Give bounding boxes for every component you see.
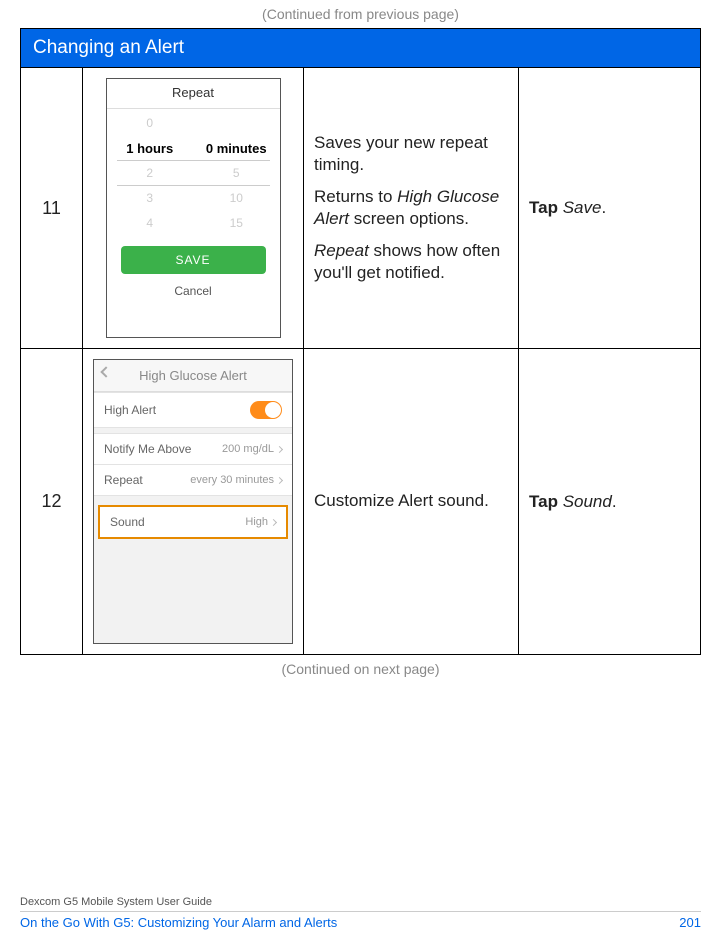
screenshot-title: Repeat	[107, 79, 280, 106]
screenshot-high-glucose-alert: High Glucose Alert High Alert Notify Me …	[93, 359, 293, 644]
table-row: 11 Repeat 0 1 hours 2 3	[21, 68, 701, 349]
toggle-on-icon	[250, 401, 282, 419]
screenshot-repeat-picker: Repeat 0 1 hours 2 3 4	[106, 78, 281, 338]
picker-minutes-option: 5	[193, 161, 280, 186]
chevron-right-icon	[270, 518, 277, 525]
guide-title: Dexcom G5 Mobile System User Guide	[20, 896, 701, 912]
row-sound: Sound High	[100, 507, 286, 537]
description-cell: Customize Alert sound.	[304, 349, 519, 655]
picker-minutes-option: 15	[193, 211, 280, 236]
action-cell: Tap Save.	[519, 68, 701, 349]
description-text: Saves your new repeat timing.	[314, 132, 508, 176]
screenshot-cell: High Glucose Alert High Alert Notify Me …	[83, 349, 304, 655]
description-text: Returns to High Glucose Alert screen opt…	[314, 186, 508, 230]
table-header: Changing an Alert	[21, 29, 701, 68]
picker-minutes-selected: 0 minutes	[193, 136, 280, 161]
page-number: 201	[679, 915, 701, 930]
action-cell: Tap Sound.	[519, 349, 701, 655]
picker-hours-selected: 1 hours	[107, 136, 194, 161]
chevron-right-icon	[276, 445, 283, 452]
nav-bar: High Glucose Alert	[94, 360, 292, 392]
row-high-alert: High Alert	[94, 392, 292, 428]
table-row: 12 High Glucose Alert High Alert Notify …	[21, 349, 701, 655]
picker-minutes-option: 10	[193, 186, 280, 211]
picker-hours-option: 2	[107, 161, 194, 186]
description-text: Repeat shows how often you'll get notifi…	[314, 240, 508, 284]
continued-on-note: (Continued on next page)	[20, 655, 701, 683]
description-cell: Saves your new repeat timing. Returns to…	[304, 68, 519, 349]
back-icon	[100, 366, 111, 377]
continued-from-note: (Continued from previous page)	[20, 0, 701, 28]
instruction-table: Changing an Alert 11 Repeat 0 1 hours	[20, 28, 701, 655]
description-text: Customize Alert sound.	[314, 490, 508, 512]
screenshot-cell: Repeat 0 1 hours 2 3 4	[83, 68, 304, 349]
time-picker: 0 1 hours 2 3 4 0 minutes	[107, 111, 280, 236]
chapter-title: On the Go With G5: Customizing Your Alar…	[20, 915, 337, 930]
step-number: 11	[21, 68, 83, 349]
sound-row-highlight: Sound High	[98, 505, 288, 539]
picker-hours-option: 4	[107, 211, 194, 236]
picker-hours-option: 0	[107, 111, 194, 136]
nav-title: High Glucose Alert	[139, 368, 247, 383]
step-number: 12	[21, 349, 83, 655]
picker-hours-option: 3	[107, 186, 194, 211]
row-notify-above: Notify Me Above 200 mg/dL	[94, 433, 292, 465]
chevron-right-icon	[276, 476, 283, 483]
cancel-button: Cancel	[107, 280, 280, 302]
page-footer: Dexcom G5 Mobile System User Guide On th…	[20, 896, 701, 930]
row-repeat: Repeat every 30 minutes	[94, 464, 292, 496]
save-button: SAVE	[121, 246, 266, 274]
